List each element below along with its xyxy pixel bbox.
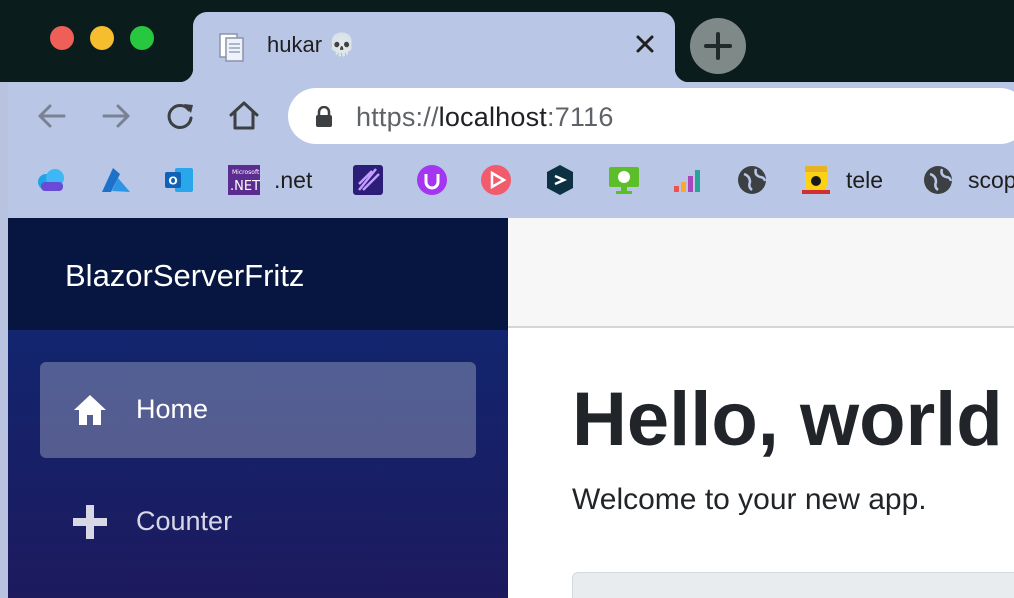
plus-icon bbox=[73, 505, 107, 539]
bookmark-label: .net bbox=[274, 166, 313, 193]
nav-item-counter[interactable]: Counter bbox=[40, 474, 476, 570]
nav-item-label: Home bbox=[136, 394, 209, 424]
svg-text:Microsoft: Microsoft bbox=[232, 169, 260, 176]
close-tab-icon[interactable] bbox=[631, 30, 659, 58]
url-host: localhost bbox=[438, 102, 548, 132]
window-edge bbox=[0, 82, 8, 598]
bookmark-cloud[interactable] bbox=[33, 158, 69, 202]
bookmark-play[interactable] bbox=[478, 158, 514, 202]
bookmark-scop[interactable]: scop bbox=[920, 158, 1014, 202]
bookmark-azure[interactable] bbox=[98, 158, 134, 202]
bookmark-dotnet[interactable]: Microsoft .NET .net bbox=[226, 158, 312, 202]
sidebar: BlazorServerFritz Home Counter bbox=[8, 218, 508, 598]
home-icon[interactable] bbox=[226, 98, 262, 134]
survey-prompt-box bbox=[572, 572, 1014, 598]
outlook-icon: O bbox=[165, 168, 193, 192]
bookmark-feather[interactable] bbox=[350, 158, 386, 202]
bookmark-equalizer[interactable] bbox=[670, 158, 706, 202]
feather-icon bbox=[353, 165, 383, 195]
bookmark-tele[interactable]: tele bbox=[798, 158, 883, 202]
address-bar[interactable]: https://localhost:7116 bbox=[288, 88, 1014, 144]
url-scheme: https:// bbox=[356, 102, 439, 132]
equalizer-icon bbox=[674, 170, 700, 192]
main-content: Hello, world Welcome to your new app. bbox=[508, 218, 1014, 598]
bookmark-label: scop bbox=[968, 166, 1014, 193]
app-brand[interactable]: BlazorServerFritz bbox=[65, 258, 304, 294]
bookmarks-bar: O Microsoft .NET .net tele scop bbox=[8, 158, 1014, 202]
close-window-button[interactable] bbox=[50, 26, 74, 50]
dotnet-icon: Microsoft .NET bbox=[228, 165, 260, 195]
browser-toolbar: https://localhost:7116 O Microsoft .NET bbox=[8, 82, 1014, 218]
reload-icon[interactable] bbox=[162, 98, 198, 134]
tab-title: hukar 💀 bbox=[267, 32, 356, 57]
cloud-icon bbox=[38, 169, 64, 191]
sidebar-header: BlazorServerFritz bbox=[8, 218, 508, 330]
u-badge-icon bbox=[417, 165, 447, 195]
monitor-icon bbox=[609, 167, 639, 194]
page-title: Hello, world bbox=[572, 377, 1003, 462]
crest-icon bbox=[802, 166, 830, 194]
new-tab-button[interactable] bbox=[690, 18, 746, 74]
window-titlebar: hukar 💀 bbox=[0, 0, 1014, 82]
bookmark-outlook[interactable]: O bbox=[161, 158, 197, 202]
zoom-window-button[interactable] bbox=[130, 26, 154, 50]
nav-item-home[interactable]: Home bbox=[40, 362, 476, 458]
globe-icon bbox=[924, 166, 953, 194]
bookmark-u-badge[interactable] bbox=[414, 158, 450, 202]
document-icon bbox=[219, 33, 244, 62]
home-icon bbox=[74, 395, 106, 425]
plus-icon bbox=[704, 32, 732, 60]
bookmark-label: tele bbox=[846, 166, 884, 193]
minimize-window-button[interactable] bbox=[90, 26, 114, 50]
lock-icon bbox=[316, 106, 332, 127]
svg-text:O: O bbox=[168, 175, 177, 188]
bookmark-globe[interactable] bbox=[734, 158, 770, 202]
hexagon-icon bbox=[547, 165, 573, 195]
globe-icon bbox=[738, 166, 767, 194]
forward-arrow-icon[interactable] bbox=[98, 98, 134, 134]
svg-text:.NET: .NET bbox=[230, 179, 260, 194]
bookmark-hexagon[interactable] bbox=[542, 158, 578, 202]
browser-tab-active[interactable]: hukar 💀 bbox=[179, 12, 689, 82]
top-row bbox=[508, 218, 1014, 328]
azure-icon bbox=[102, 168, 130, 192]
play-icon bbox=[481, 165, 511, 195]
welcome-text: Welcome to your new app. bbox=[572, 483, 927, 516]
bookmark-monitor[interactable] bbox=[606, 158, 642, 202]
url-text[interactable]: https://localhost:7116 bbox=[356, 102, 614, 133]
back-arrow-icon[interactable] bbox=[34, 98, 70, 134]
url-port: :7116 bbox=[547, 102, 614, 132]
nav-item-label: Counter bbox=[136, 506, 233, 536]
